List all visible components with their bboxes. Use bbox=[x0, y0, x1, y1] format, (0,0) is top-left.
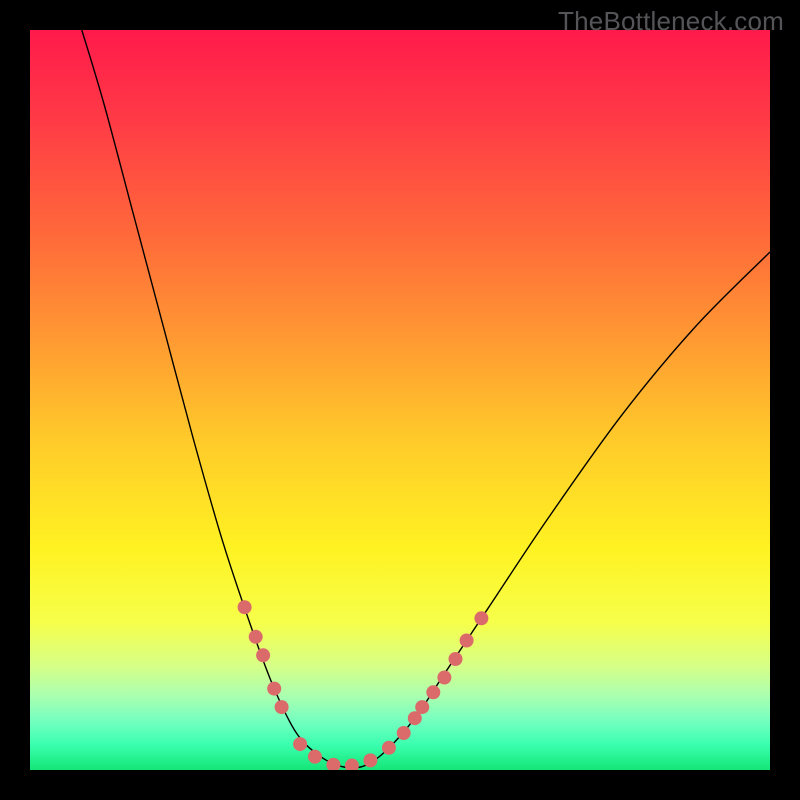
gradient-background bbox=[30, 30, 770, 770]
scatter-point bbox=[426, 685, 440, 699]
scatter-point bbox=[256, 648, 270, 662]
scatter-point bbox=[382, 741, 396, 755]
scatter-point bbox=[397, 726, 411, 740]
scatter-point bbox=[293, 737, 307, 751]
watermark-text: TheBottleneck.com bbox=[558, 6, 784, 37]
scatter-point bbox=[267, 682, 281, 696]
scatter-point bbox=[460, 634, 474, 648]
chart-frame: TheBottleneck.com bbox=[0, 0, 800, 800]
scatter-point bbox=[449, 652, 463, 666]
scatter-point bbox=[249, 630, 263, 644]
scatter-point bbox=[474, 611, 488, 625]
scatter-point bbox=[308, 750, 322, 764]
plot-area bbox=[30, 30, 770, 770]
chart-svg bbox=[30, 30, 770, 770]
scatter-point bbox=[238, 600, 252, 614]
scatter-point bbox=[415, 700, 429, 714]
scatter-point bbox=[437, 671, 451, 685]
scatter-point bbox=[275, 700, 289, 714]
scatter-point bbox=[363, 753, 377, 767]
